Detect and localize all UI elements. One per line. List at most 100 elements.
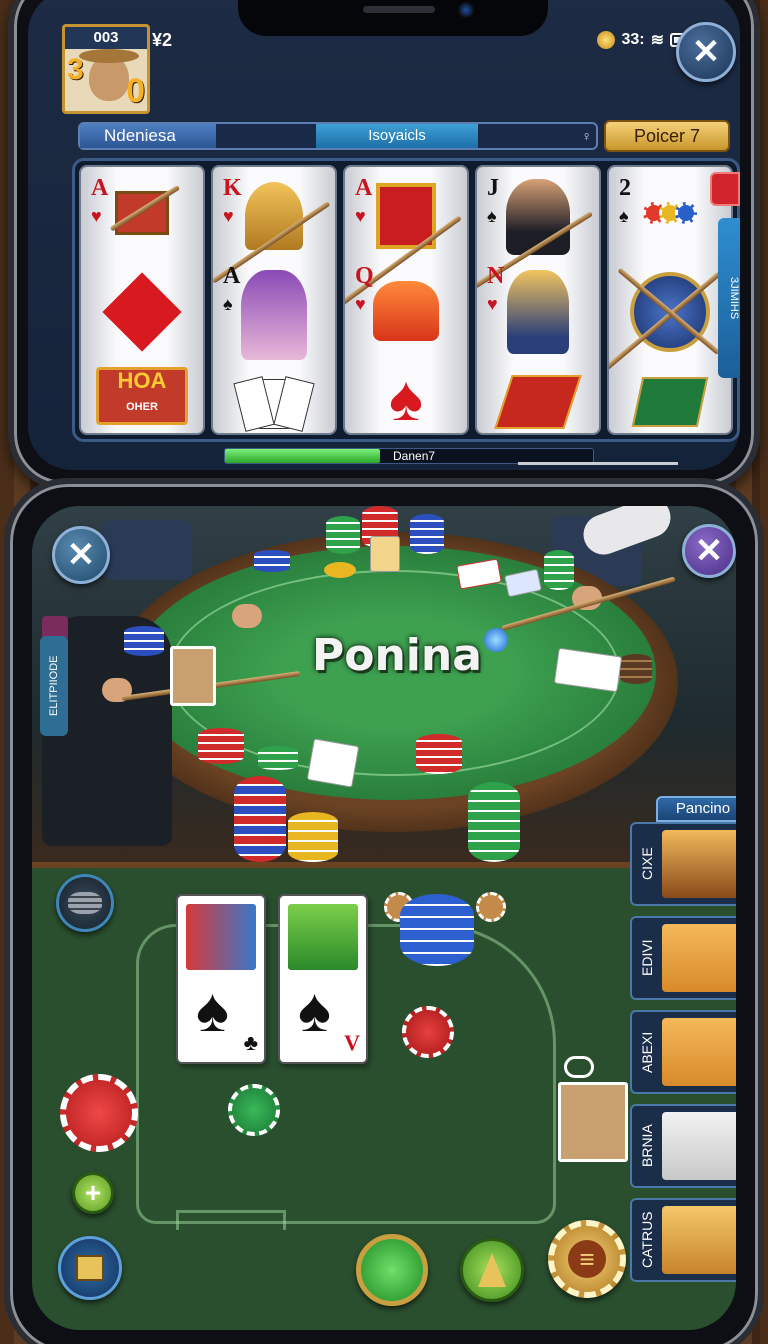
player-row[interactable]: EDIVI (630, 916, 736, 1000)
gold-chip (324, 562, 356, 578)
progress-fill (225, 449, 380, 463)
status-time: 33: (621, 31, 645, 48)
hand-card-1[interactable]: ♠ ♣ (176, 894, 266, 1064)
badge-right-number: 0 (126, 72, 145, 110)
chip-stack (620, 654, 652, 684)
top-phone-frame: ¥2 33: ≋ 003 3 0 ✕ Ndeniesa Isoyaicls ♀ … (8, 0, 760, 490)
green-action-button[interactable] (356, 1234, 428, 1306)
player-name: ABEXI (639, 1031, 655, 1073)
player-name: EDIVI (639, 939, 655, 977)
player-row[interactable]: CATRUS (630, 1198, 736, 1282)
hand-card-2[interactable]: ♠ V (278, 894, 368, 1064)
plus-icon: + (84, 1177, 102, 1208)
progress-label: Danen7 (393, 449, 436, 463)
player-row[interactable]: CIXE (630, 822, 736, 906)
card-corner: V (344, 1030, 360, 1055)
close-icon: ✕ (691, 33, 721, 71)
chip-tower (468, 782, 520, 862)
fish-portrait (662, 924, 736, 992)
players-header[interactable]: Pancino (656, 796, 736, 822)
player-list: CIXE EDIVI ABEXI BRNIA CATRUS (630, 822, 736, 1282)
arrow-up-icon (478, 1253, 506, 1287)
player-portrait (662, 830, 736, 898)
close-icon: ✕ (694, 532, 724, 570)
table-scene: Ponina ELITPIIODE ✕ ✕ (32, 506, 736, 868)
player-portrait (662, 1112, 736, 1180)
slot-reels: A ♥ HOA OHER K ♥ A ♠ A ♥ Q ♥ ♠ J ♠ N ♥ 2… (72, 158, 740, 442)
player-avatar[interactable]: 003 3 0 (62, 24, 150, 114)
coin-icon (597, 31, 616, 49)
player-row[interactable]: ABEXI (630, 1010, 736, 1094)
poicer-button[interactable]: Poicer 7 (604, 120, 730, 152)
red-bet-chip[interactable] (60, 1074, 138, 1152)
tab-spacer (216, 124, 316, 148)
reel-4: J ♠ N ♥ (475, 165, 601, 435)
table-screen: Ponina ELITPIIODE ✕ ✕ ♠ ♣ ♠ V + ≡ Pancin… (32, 506, 736, 1330)
chip-stack (410, 514, 444, 554)
spade-icon: ♠ (298, 976, 331, 1045)
card-portrait (288, 904, 358, 970)
diamond-icon (89, 267, 195, 357)
reel-3: A ♥ Q ♥ ♠ (343, 165, 469, 435)
chip-stack (326, 516, 360, 554)
blue-chip-stack (400, 894, 474, 966)
speaker-grille (363, 6, 435, 13)
close-button-right[interactable]: ✕ (682, 524, 736, 578)
table-title: Ponina (312, 630, 482, 681)
tab-ndeniesa[interactable]: Ndeniesa (80, 124, 216, 148)
card-corner: ♣ (243, 1030, 258, 1055)
chip-tower (288, 812, 338, 862)
chip-stack (254, 550, 290, 572)
chip-pile-icon (617, 183, 723, 243)
chip-stack (544, 550, 574, 590)
player-level: 003 (65, 27, 147, 49)
player-row[interactable]: BRNIA (630, 1104, 736, 1188)
direction-button[interactable] (460, 1238, 524, 1302)
close-button[interactable]: ✕ (676, 22, 736, 82)
spade-icon: ♠ (196, 976, 229, 1045)
badge-left-number: 3 (67, 53, 84, 86)
wifi-icon: ≋ (650, 32, 664, 49)
add-button[interactable]: + (72, 1172, 114, 1214)
chip-tray-button[interactable] (56, 874, 114, 932)
divider-line (518, 462, 678, 465)
orange-spade-icon (353, 271, 459, 351)
bottom-phone-frame: Ponina ELITPIIODE ✕ ✕ ♠ ♣ ♠ V + ≡ Pancin… (4, 478, 764, 1344)
slot-screen: ¥2 33: ≋ 003 3 0 ✕ Ndeniesa Isoyaicls ♀ … (28, 0, 740, 470)
card-portrait (186, 904, 256, 970)
close-button-left[interactable]: ✕ (52, 526, 110, 584)
chip-stack (124, 626, 164, 656)
deck-card[interactable] (558, 1082, 628, 1162)
hand (232, 604, 262, 628)
gold-menu-chip[interactable]: ≡ (548, 1220, 626, 1298)
card-mini (170, 646, 216, 706)
card-fan-icon (221, 371, 327, 433)
anime-girl-portrait (221, 267, 327, 363)
chair (102, 520, 192, 580)
red-chip[interactable] (402, 1006, 454, 1058)
red-spade-icon: ♠ (389, 362, 423, 434)
left-side-tab[interactable]: ELITPIIODE (40, 636, 68, 736)
chip-stack (416, 734, 462, 774)
chip-stack (198, 728, 244, 764)
side-tab[interactable]: 3JIMIHS (718, 218, 740, 378)
blonde-portrait-icon (485, 267, 591, 357)
cards-icon (76, 1255, 104, 1281)
chip-tower (234, 776, 286, 862)
female-icon: ♀ (581, 128, 593, 144)
player-name: CATRUS (639, 1211, 655, 1269)
fish-portrait (662, 1206, 736, 1274)
card-mini (306, 738, 360, 788)
red-side-button[interactable] (710, 172, 740, 206)
menu-button[interactable] (58, 1236, 122, 1300)
green-card-icon (617, 367, 723, 433)
green-chip[interactable] (228, 1084, 280, 1136)
reel-2: K ♥ A ♠ (211, 165, 337, 435)
tab-isoyaicls[interactable]: Isoyaicls (316, 124, 478, 148)
hoa-badge: HOA OHER (89, 363, 195, 429)
cowboy-hat-icon (79, 49, 139, 63)
card-mini (370, 536, 400, 572)
felt-goal-box (176, 1210, 286, 1230)
red-card-icon (485, 367, 591, 433)
fish-portrait (662, 1018, 736, 1086)
